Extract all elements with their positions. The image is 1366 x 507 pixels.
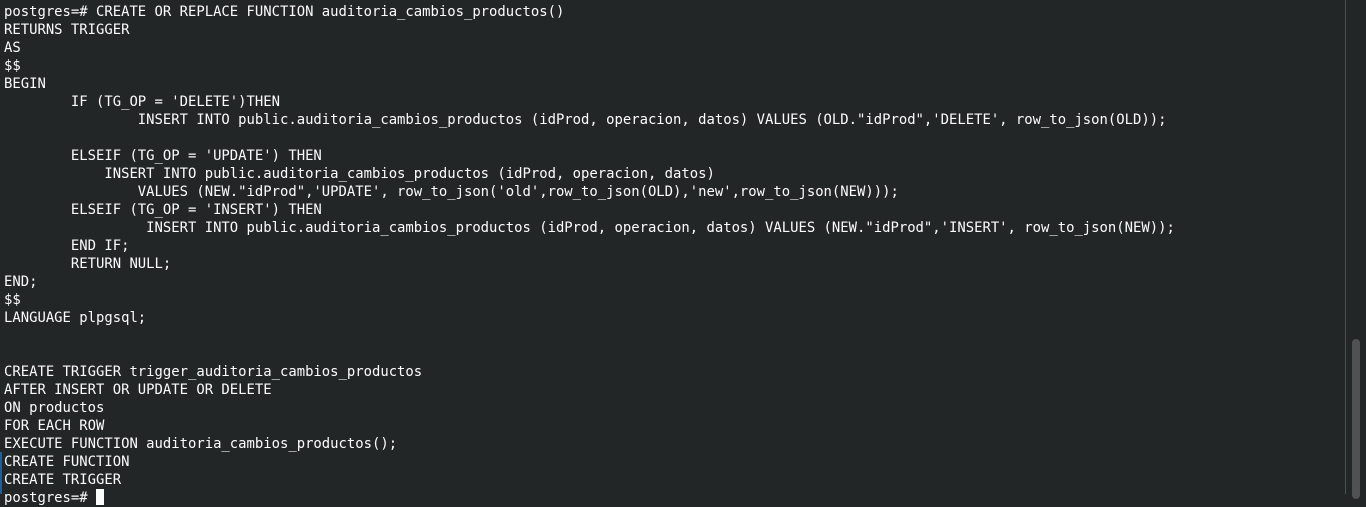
output-marker — [0, 452, 2, 494]
text-cursor — [96, 489, 104, 505]
terminal-line: AS — [4, 40, 21, 56]
terminal-line: BEGIN — [4, 76, 46, 92]
terminal-line: END; — [4, 274, 38, 290]
terminal-line: ELSEIF (TG_OP = 'UPDATE') THEN — [4, 148, 322, 164]
terminal-line: RETURNS TRIGGER — [4, 22, 130, 38]
terminal-line: CREATE FUNCTION — [4, 454, 130, 470]
terminal-line: $$ — [4, 292, 21, 308]
terminal-line: INSERT INTO public.auditoria_cambios_pro… — [4, 220, 1175, 236]
terminal-line: CREATE TRIGGER trigger_auditoria_cambios… — [4, 364, 423, 380]
terminal-line: LANGUAGE plpgsql; — [4, 310, 147, 326]
terminal-line: ON productos — [4, 400, 105, 416]
terminal-line: postgres=# CREATE OR REPLACE FUNCTION au… — [4, 4, 565, 20]
scrollbar-thumb[interactable] — [1352, 339, 1360, 499]
terminal-line: $$ — [4, 58, 21, 74]
terminal-line: FOR EACH ROW — [4, 418, 105, 434]
terminal-output[interactable]: postgres=# CREATE OR REPLACE FUNCTION au… — [4, 3, 1175, 507]
scrollbar-separator — [1345, 0, 1346, 494]
terminal-line: AFTER INSERT OR UPDATE OR DELETE — [4, 382, 272, 398]
terminal-line: IF (TG_OP = 'DELETE')THEN — [4, 94, 280, 110]
terminal-line: CREATE TRIGGER — [4, 472, 122, 488]
terminal-line: EXECUTE FUNCTION auditoria_cambios_produ… — [4, 436, 398, 452]
terminal-line: END IF; — [4, 238, 130, 254]
terminal-line: INSERT INTO public.auditoria_cambios_pro… — [4, 112, 1167, 128]
terminal-line: RETURN NULL; — [4, 256, 172, 272]
terminal-line: VALUES (NEW."idProd",'UPDATE', row_to_js… — [4, 184, 899, 200]
terminal-line: ELSEIF (TG_OP = 'INSERT') THEN — [4, 202, 322, 218]
prompt: postgres=# — [4, 490, 96, 506]
prompt-line[interactable]: postgres=# — [4, 489, 1175, 507]
terminal-line: INSERT INTO public.auditoria_cambios_pro… — [4, 166, 715, 182]
